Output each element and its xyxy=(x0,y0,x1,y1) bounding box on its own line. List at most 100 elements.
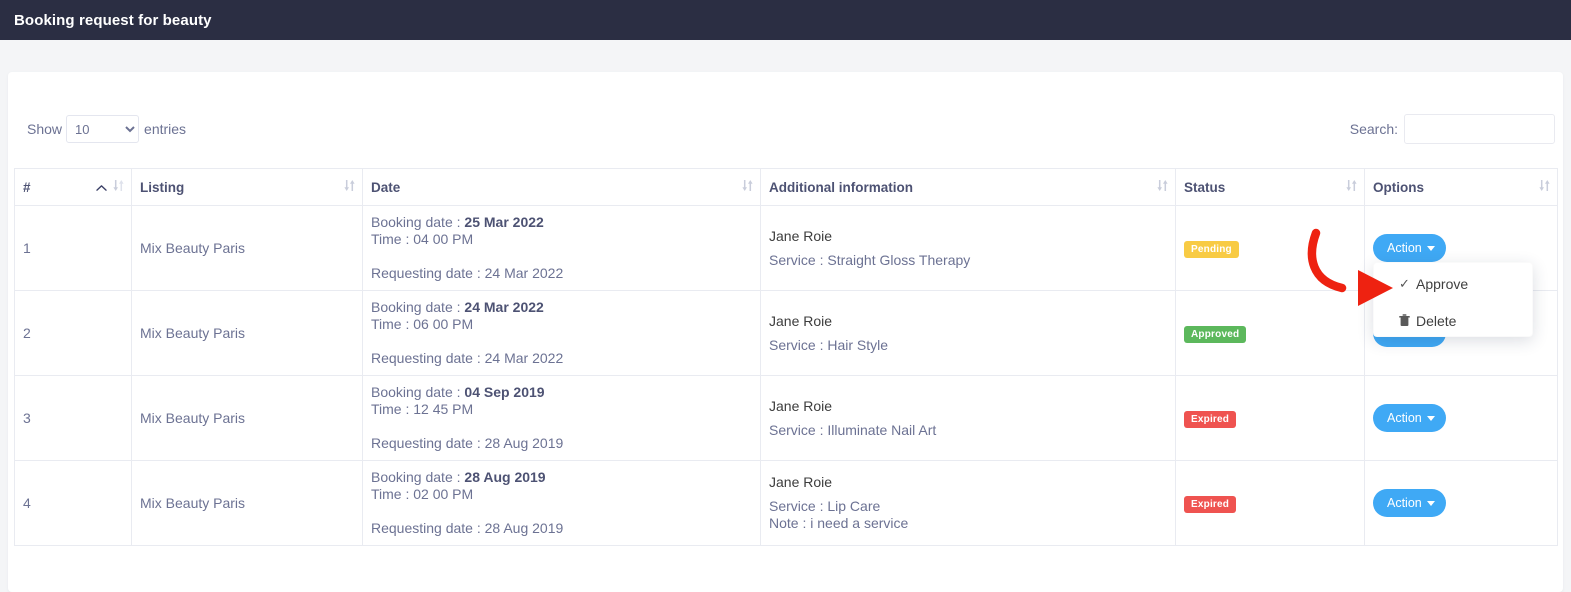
customer-name: Jane Roie xyxy=(769,397,833,414)
entries-per-page-select[interactable]: 10 25 50 100 xyxy=(66,115,140,143)
requesting-date: Requesting date : 28 Aug 2019 xyxy=(371,435,564,451)
search-control: Search: xyxy=(1350,114,1555,144)
cell-date: Booking date : 28 Aug 2019 Time : 02 00 … xyxy=(362,460,761,546)
status-badge: Expired xyxy=(1184,495,1237,513)
sort-toggle-icon[interactable] xyxy=(742,179,753,196)
sort-toggle-icon[interactable] xyxy=(1539,179,1550,196)
action-button-label: Action xyxy=(1387,496,1422,510)
table-header-row: # Listing Date Additional information St… xyxy=(14,168,1558,206)
table-row: 2 Mix Beauty Paris Booking date : 24 Mar… xyxy=(14,290,1558,376)
search-input[interactable] xyxy=(1404,114,1555,144)
dropdown-item-delete[interactable]: Delete xyxy=(1374,304,1532,337)
column-header-number[interactable]: # xyxy=(14,168,132,206)
booking-time: Time : 12 45 PM xyxy=(371,401,474,417)
service-note-block: Service : Straight Gloss Therapy xyxy=(769,252,1167,269)
service-text: Service : Illuminate Nail Art xyxy=(769,421,937,438)
booking-date-value: 04 Sep 2019 xyxy=(464,384,545,400)
booking-date-value: 28 Aug 2019 xyxy=(464,469,546,485)
booking-date-label: Booking date : xyxy=(371,214,465,230)
chevron-down-icon xyxy=(1426,415,1435,421)
cell-additional-information: Jane Roie Service : Hair Style xyxy=(760,290,1176,376)
booking-date-label: Booking date : xyxy=(371,384,465,400)
entries-length-control: Show 10 25 50 100 entries xyxy=(27,115,186,143)
customer-name: Jane Roie xyxy=(769,312,833,329)
dropdown-item-label: Delete xyxy=(1416,312,1457,329)
cell-options: Action xyxy=(1364,460,1558,546)
column-header-status[interactable]: Status xyxy=(1175,168,1365,206)
customer-name: Jane Roie xyxy=(769,474,833,490)
customer-name: Jane Roie xyxy=(769,227,833,244)
check-icon: ✓ xyxy=(1399,275,1410,291)
search-label: Search: xyxy=(1349,121,1398,137)
booking-date-value: 24 Mar 2022 xyxy=(464,299,544,315)
table-row: 4 Mix Beauty Paris Booking date : 28 Aug… xyxy=(14,460,1558,546)
cell-listing: Mix Beauty Paris xyxy=(131,375,363,461)
service-note-block: Service : Lip Care Note : i need a servi… xyxy=(769,498,1167,532)
sort-toggle-icon[interactable] xyxy=(1346,179,1357,196)
cell-additional-information: Jane Roie Service : Illuminate Nail Art xyxy=(760,375,1176,461)
booking-requests-table: # Listing Date Additional information St… xyxy=(14,168,1558,546)
sort-toggle-icon[interactable] xyxy=(113,179,124,196)
note-text: Note : i need a service xyxy=(769,515,909,531)
cell-status: Pending xyxy=(1175,205,1365,291)
cell-date: Booking date : 24 Mar 2022 Time : 06 00 … xyxy=(362,290,761,376)
action-button[interactable]: Action xyxy=(1373,404,1446,432)
cell-status: Approved xyxy=(1175,290,1365,376)
sort-asc-active-icon xyxy=(96,180,107,195)
cell-index: 4 xyxy=(14,460,132,546)
action-button-label: Action xyxy=(1387,411,1422,425)
service-text: Service : Straight Gloss Therapy xyxy=(769,251,971,268)
cell-index: 3 xyxy=(14,375,132,461)
service-note-block: Service : Illuminate Nail Art xyxy=(769,422,1167,439)
column-header-additional-information[interactable]: Additional information xyxy=(760,168,1176,206)
cell-options: Action xyxy=(1364,375,1558,461)
booking-time: Time : 06 00 PM xyxy=(371,316,474,332)
chevron-down-icon xyxy=(1426,245,1435,251)
chevron-down-icon xyxy=(1426,500,1435,506)
sort-toggle-icon[interactable] xyxy=(1157,179,1168,196)
cell-index: 1 xyxy=(14,205,132,291)
service-text: Service : Lip Care xyxy=(769,498,881,514)
table-row: 1 Mix Beauty Paris Booking date : 25 Mar… xyxy=(14,205,1558,291)
action-dropdown-menu: ✓ Approve Delete xyxy=(1373,262,1533,337)
column-header-listing[interactable]: Listing xyxy=(131,168,363,206)
requesting-date: Requesting date : 28 Aug 2019 xyxy=(371,520,564,536)
requesting-date: Requesting date : 24 Mar 2022 xyxy=(371,265,564,281)
column-header-date[interactable]: Date xyxy=(362,168,761,206)
action-button[interactable]: Action xyxy=(1373,234,1446,262)
show-label: Show xyxy=(27,121,63,137)
booking-date-label: Booking date : xyxy=(371,299,465,315)
cell-listing: Mix Beauty Paris xyxy=(131,460,363,546)
service-note-block: Service : Hair Style xyxy=(769,337,1167,354)
cell-index: 2 xyxy=(14,290,132,376)
trash-icon xyxy=(1399,314,1415,327)
service-text: Service : Hair Style xyxy=(769,336,889,353)
cell-status: Expired xyxy=(1175,375,1365,461)
cell-listing: Mix Beauty Paris xyxy=(131,205,363,291)
booking-time: Time : 04 00 PM xyxy=(371,231,474,247)
entries-label: entries xyxy=(144,121,187,137)
status-badge: Expired xyxy=(1184,410,1237,428)
column-header-options[interactable]: Options xyxy=(1364,168,1558,206)
action-button[interactable]: Action xyxy=(1373,489,1446,517)
booking-date-label: Booking date : xyxy=(371,469,465,485)
booking-time: Time : 02 00 PM xyxy=(371,486,474,502)
requesting-date: Requesting date : 24 Mar 2022 xyxy=(371,350,564,366)
cell-status: Expired xyxy=(1175,460,1365,546)
content-card: Show 10 25 50 100 entries Search: xyxy=(8,72,1563,592)
action-button-label: Action xyxy=(1387,241,1422,255)
card-body: Show 10 25 50 100 entries Search: xyxy=(8,72,1563,546)
cell-date: Booking date : 25 Mar 2022 Time : 04 00 … xyxy=(362,205,761,291)
page-title: Booking request for beauty xyxy=(14,11,212,29)
sort-toggle-icon[interactable] xyxy=(344,179,355,196)
dropdown-item-label: Approve xyxy=(1416,275,1469,292)
dropdown-item-approve[interactable]: ✓ Approve xyxy=(1374,267,1532,300)
booking-date-value: 25 Mar 2022 xyxy=(464,214,544,230)
status-badge: Approved xyxy=(1184,325,1247,343)
cell-date: Booking date : 04 Sep 2019 Time : 12 45 … xyxy=(362,375,761,461)
cell-additional-information: Jane Roie Service : Lip Care Note : i ne… xyxy=(760,460,1176,546)
cell-additional-information: Jane Roie Service : Straight Gloss Thera… xyxy=(760,205,1176,291)
app-header: Booking request for beauty xyxy=(0,0,1571,40)
table-row: 3 Mix Beauty Paris Booking date : 04 Sep… xyxy=(14,375,1558,461)
cell-listing: Mix Beauty Paris xyxy=(131,290,363,376)
